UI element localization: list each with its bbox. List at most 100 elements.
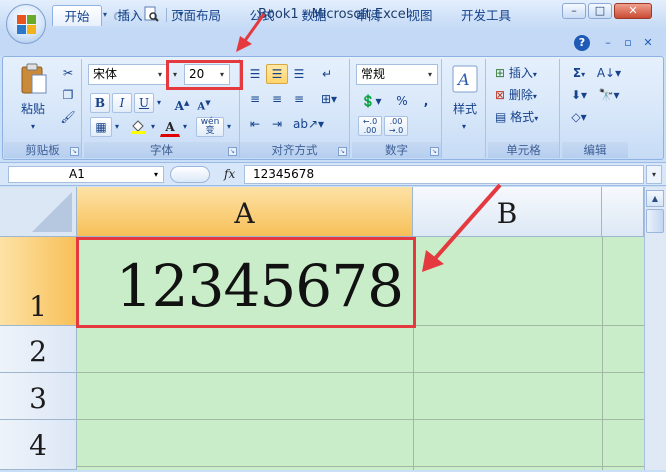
name-box[interactable]: A1 xyxy=(8,166,164,183)
align-top-icon[interactable]: ☰ xyxy=(244,64,266,84)
alignment-group-label: 对齐方式 ↘ xyxy=(240,142,349,158)
align-bottom-icon[interactable]: ☰ xyxy=(288,64,310,84)
borders-dropdown-icon[interactable]: ▾ xyxy=(112,117,122,137)
align-middle-icon[interactable]: ☰ xyxy=(266,64,288,84)
number-launcher-icon[interactable]: ↘ xyxy=(430,147,439,156)
font-color-dropdown-icon[interactable]: ▾ xyxy=(180,117,190,137)
minimize-button[interactable]: – xyxy=(562,3,586,19)
ribbon-tab-bar xyxy=(0,30,666,56)
cell-a1[interactable]: 12345678 xyxy=(78,238,413,326)
borders-icon[interactable]: ▦ xyxy=(90,117,112,137)
styles-label[interactable]: 样式 xyxy=(448,99,482,119)
expand-formula-bar-icon[interactable]: ▾ xyxy=(646,165,662,184)
scroll-up-icon[interactable]: ▲ xyxy=(646,190,664,207)
row-header-1[interactable]: 1 xyxy=(0,237,77,326)
bold-button[interactable]: B xyxy=(90,93,110,113)
formula-input[interactable]: 12345678 xyxy=(244,165,644,184)
column-header-a[interactable]: A xyxy=(77,187,413,237)
number-format-dropdown-icon[interactable]: ▾ xyxy=(423,65,437,84)
styles-dropdown-icon[interactable]: ▾ xyxy=(458,117,470,137)
maximize-button[interactable]: □ xyxy=(588,3,612,19)
delete-cells-button[interactable]: ⊠ 删除▾ xyxy=(492,85,556,105)
row-header-3[interactable]: 3 xyxy=(0,373,77,420)
clear-icon[interactable]: ◇▾ xyxy=(566,107,592,127)
tab-data[interactable]: 数据 xyxy=(292,5,336,26)
row-header-2[interactable]: 2 xyxy=(0,326,77,373)
styles-icon[interactable]: A xyxy=(452,65,478,96)
font-size-dropdown-icon[interactable]: ▾ xyxy=(215,65,229,84)
number-format-combo[interactable]: 常规 ▾ xyxy=(356,64,438,85)
font-size-combo[interactable]: 20 ▾ xyxy=(184,64,230,85)
insert-function-button[interactable]: fx xyxy=(224,166,242,183)
help-icon[interactable]: ? xyxy=(574,35,590,51)
phonetic-dropdown-icon[interactable]: ▾ xyxy=(224,117,234,137)
formula-bar-resize-handle[interactable] xyxy=(170,166,210,183)
underline-dropdown-icon[interactable]: ▾ xyxy=(154,93,164,113)
column-header-c[interactable] xyxy=(602,187,644,237)
align-center-icon[interactable]: ≡ xyxy=(266,89,288,109)
select-all-triangle-icon xyxy=(32,192,72,232)
tab-developer[interactable]: 开发工具 xyxy=(452,5,520,26)
underline-button[interactable]: U xyxy=(134,93,154,113)
paste-dropdown-icon[interactable]: ▾ xyxy=(28,117,38,137)
fill-color-dropdown-icon[interactable]: ▾ xyxy=(148,117,158,137)
alignment-launcher-icon[interactable]: ↘ xyxy=(338,147,347,156)
font-name-dropdown-icon[interactable]: ▾ xyxy=(153,65,167,84)
paste-label[interactable]: 粘贴 xyxy=(18,99,48,119)
shrink-font-button[interactable]: A▼ xyxy=(194,93,214,113)
insert-cells-button[interactable]: ⊞ 插入▾ xyxy=(492,63,556,83)
grow-font-button[interactable]: A▲ xyxy=(172,93,192,113)
font-color-button[interactable]: A xyxy=(160,117,180,137)
office-button[interactable] xyxy=(6,4,46,44)
clipboard-launcher-icon[interactable]: ↘ xyxy=(70,147,79,156)
font-size-value: 20 xyxy=(189,67,205,81)
name-box-dropdown-icon[interactable]: ▾ xyxy=(150,167,162,182)
tab-insert[interactable]: 插入 xyxy=(110,5,150,26)
paste-icon[interactable] xyxy=(20,63,48,98)
number-group: 常规 ▾ 💲▾ % , ←.0 .00 .00 →.0 数字 ↘ xyxy=(352,59,442,158)
workbook-close-icon[interactable]: ✕ xyxy=(640,35,656,51)
fill-icon[interactable]: ⬇▾ xyxy=(566,85,592,105)
format-cells-button[interactable]: ▤ 格式▾ xyxy=(492,107,556,127)
find-select-icon[interactable]: 🔭▾ xyxy=(594,85,624,105)
decrease-indent-icon[interactable]: ⇤ xyxy=(244,114,266,134)
tab-formulas[interactable]: 公式 xyxy=(242,5,282,26)
number-format-value: 常规 xyxy=(361,67,386,81)
accounting-format-icon[interactable]: 💲▾ xyxy=(356,91,386,111)
font-launcher-icon[interactable]: ↘ xyxy=(228,147,237,156)
font-size-dropdown-arrow[interactable]: ▾ xyxy=(168,64,182,85)
phonetic-button[interactable]: wén 变 xyxy=(196,117,224,137)
increase-indent-icon[interactable]: ⇥ xyxy=(266,114,288,134)
column-header-b[interactable]: B xyxy=(413,187,602,237)
comma-button[interactable]: , xyxy=(416,91,436,111)
workbook-minimize-icon[interactable]: – xyxy=(600,35,616,51)
merge-center-icon[interactable]: ⊞▾ xyxy=(316,89,342,109)
decrease-decimal-button[interactable]: .00 →.0 xyxy=(384,116,408,136)
percent-button[interactable]: % xyxy=(392,91,412,111)
tab-home[interactable]: 开始 xyxy=(52,5,102,26)
align-right-icon[interactable]: ≡ xyxy=(288,89,310,109)
gridline xyxy=(77,372,666,373)
tab-page-layout[interactable]: 页面布局 xyxy=(162,5,230,26)
editing-group: Σ▾ A↓▾ ⬇▾ 🔭▾ ◇▾ 编辑 xyxy=(562,59,628,158)
italic-button[interactable]: I xyxy=(112,93,132,113)
align-left-icon[interactable]: ≡ xyxy=(244,89,266,109)
wrap-text-icon[interactable]: ↵ xyxy=(316,64,338,84)
increase-decimal-button[interactable]: ←.0 .00 xyxy=(358,116,382,136)
format-painter-icon[interactable]: 🖌 xyxy=(58,107,78,127)
font-name-combo[interactable]: 宋体 ▾ xyxy=(88,64,168,85)
sort-filter-icon[interactable]: A↓▾ xyxy=(594,63,624,83)
autosum-button[interactable]: Σ▾ xyxy=(566,63,592,83)
scroll-thumb[interactable] xyxy=(646,209,664,233)
fill-color-icon[interactable] xyxy=(128,117,148,137)
close-button[interactable]: ✕ xyxy=(614,3,652,19)
tab-review[interactable]: 审阅 xyxy=(346,5,390,26)
font-group-label: 字体 ↘ xyxy=(84,142,239,158)
workbook-restore-icon[interactable]: ▫ xyxy=(620,35,636,51)
window-title: Book1 - Microsoft Excel xyxy=(258,7,410,22)
orientation-icon[interactable]: ab↗▾ xyxy=(292,114,324,134)
cut-icon[interactable]: ✂ xyxy=(58,63,78,83)
copy-icon[interactable]: ❐ xyxy=(58,85,78,105)
row-header-4[interactable]: 4 xyxy=(0,420,77,470)
tab-view[interactable]: 视图 xyxy=(398,5,442,26)
